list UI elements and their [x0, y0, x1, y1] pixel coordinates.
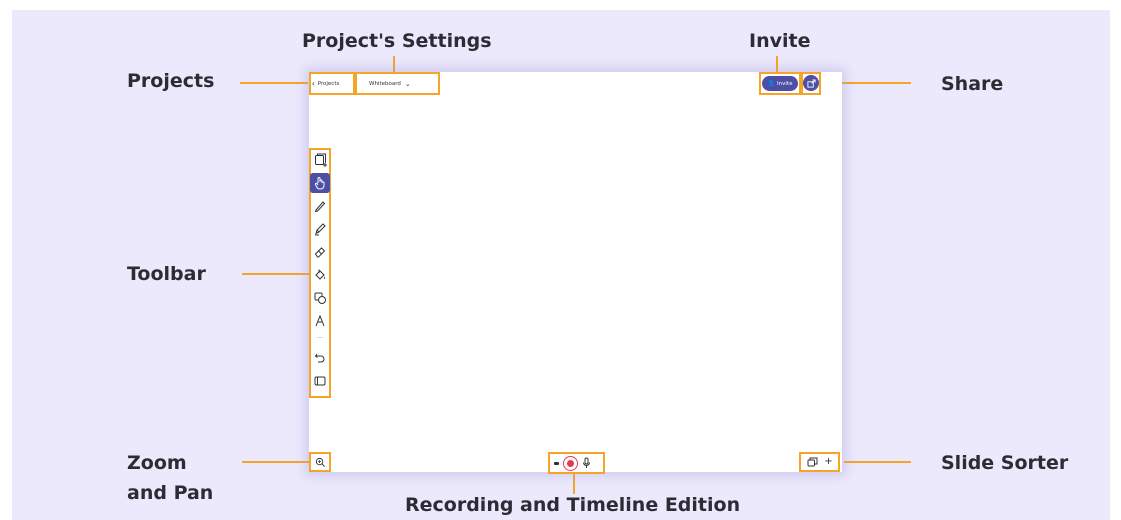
callout-invite: Invite [749, 30, 811, 52]
toolbar [310, 150, 330, 396]
callout-zoom-line2: and Pan [127, 482, 214, 504]
eraser-tool[interactable] [310, 242, 330, 262]
add-user-icon: 👤 [767, 81, 776, 87]
leader-recording-v [573, 474, 575, 494]
callout-project-settings: Project's Settings [302, 30, 492, 52]
hand-tool[interactable] [310, 173, 330, 193]
marker-icon [315, 223, 326, 236]
callout-recording: Recording and Timeline Edition [405, 494, 741, 516]
frame-tool[interactable] [310, 371, 330, 391]
eraser-icon [314, 247, 326, 258]
callout-share: Share [941, 73, 1004, 95]
invite-label: Invite [777, 80, 793, 87]
text-tool[interactable] [310, 311, 330, 331]
recording-controls [551, 454, 603, 472]
callout-projects: Projects [127, 70, 215, 92]
chevron-left-icon: ‹ [312, 79, 315, 88]
callout-zoom-line1: Zoom [127, 452, 187, 474]
undo-icon [314, 353, 325, 363]
zoom-button[interactable] [312, 454, 328, 470]
share-icon [806, 78, 816, 88]
leader-zoom [242, 461, 310, 463]
text-icon [315, 314, 325, 327]
project-settings-menu[interactable]: Whiteboard ⌄ [369, 75, 433, 92]
share-button[interactable] [803, 75, 819, 91]
pen-tool[interactable] [310, 196, 330, 216]
zoom-icon [315, 457, 325, 467]
callout-slide-sorter: Slide Sorter [941, 452, 1069, 474]
leader-projects [240, 82, 308, 84]
fill-icon [315, 269, 325, 280]
project-name: Whiteboard [369, 80, 401, 87]
hand-icon [314, 177, 325, 190]
timeline-handle[interactable] [554, 461, 559, 465]
invite-button[interactable]: 👤 Invite [762, 76, 798, 91]
whiteboard-canvas[interactable]: ‹ Projects Whiteboard ⌄ 👤 Invite + [309, 72, 842, 474]
toolbar-divider [317, 337, 323, 338]
undo-tool[interactable] [310, 348, 330, 368]
shapes-icon [314, 292, 326, 304]
leader-slide-sorter [844, 461, 911, 463]
add-slide-icon [315, 153, 327, 167]
add-slide-button[interactable]: + [824, 457, 832, 467]
back-to-projects-button[interactable]: ‹ Projects [312, 75, 352, 92]
fill-tool[interactable] [310, 265, 330, 285]
slides-icon[interactable] [807, 457, 818, 467]
microphone-icon[interactable] [582, 457, 591, 469]
shapes-tool[interactable] [310, 288, 330, 308]
record-button[interactable] [563, 455, 578, 471]
back-button-label: Projects [317, 80, 340, 87]
add-slide-tool[interactable] [310, 150, 330, 170]
stage: Projects Project's Settings Invite Share… [12, 10, 1110, 520]
frame-icon [314, 376, 326, 386]
slide-sorter-controls: + [802, 454, 838, 470]
chevron-down-icon: ⌄ [404, 80, 411, 88]
marker-tool[interactable] [310, 219, 330, 239]
pen-icon [314, 201, 326, 213]
callout-toolbar: Toolbar [127, 263, 206, 285]
record-icon [567, 459, 574, 467]
leader-toolbar [242, 273, 309, 275]
